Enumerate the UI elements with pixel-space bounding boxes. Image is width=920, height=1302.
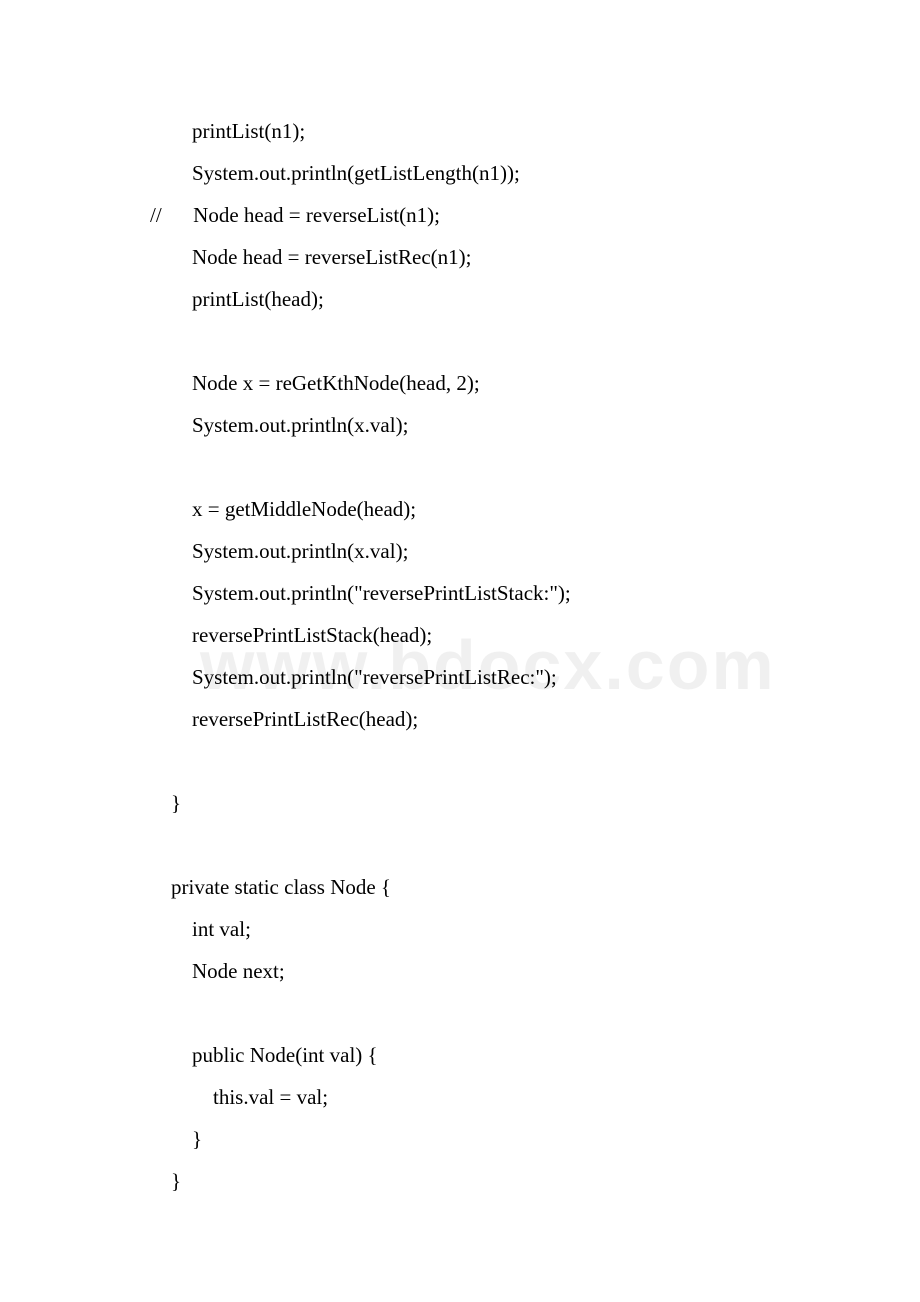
code-line: public Node(int val) {: [150, 1034, 770, 1076]
code-line: [150, 992, 770, 1034]
code-line: Node next;: [150, 950, 770, 992]
code-line: [150, 824, 770, 866]
code-line: x = getMiddleNode(head);: [150, 488, 770, 530]
code-line: reversePrintListStack(head);: [150, 614, 770, 656]
code-line: Node x = reGetKthNode(head, 2);: [150, 362, 770, 404]
code-line: System.out.println(getListLength(n1));: [150, 152, 770, 194]
code-line: }: [150, 782, 770, 824]
code-line: System.out.println(x.val);: [150, 404, 770, 446]
code-line: [150, 320, 770, 362]
code-content: printList(n1); System.out.println(getLis…: [150, 110, 770, 1202]
code-line: [150, 740, 770, 782]
code-line: reversePrintListRec(head);: [150, 698, 770, 740]
code-line: private static class Node {: [150, 866, 770, 908]
code-line: System.out.println("reversePrintListRec:…: [150, 656, 770, 698]
code-line: }: [150, 1118, 770, 1160]
code-line: Node head = reverseListRec(n1);: [150, 236, 770, 278]
code-line: [150, 446, 770, 488]
code-line: this.val = val;: [150, 1076, 770, 1118]
code-line: printList(head);: [150, 278, 770, 320]
code-line: System.out.println(x.val);: [150, 530, 770, 572]
code-line: int val;: [150, 908, 770, 950]
code-line: System.out.println("reversePrintListStac…: [150, 572, 770, 614]
code-line: }: [150, 1160, 770, 1202]
code-line: // Node head = reverseList(n1);: [150, 194, 770, 236]
code-line: printList(n1);: [150, 110, 770, 152]
